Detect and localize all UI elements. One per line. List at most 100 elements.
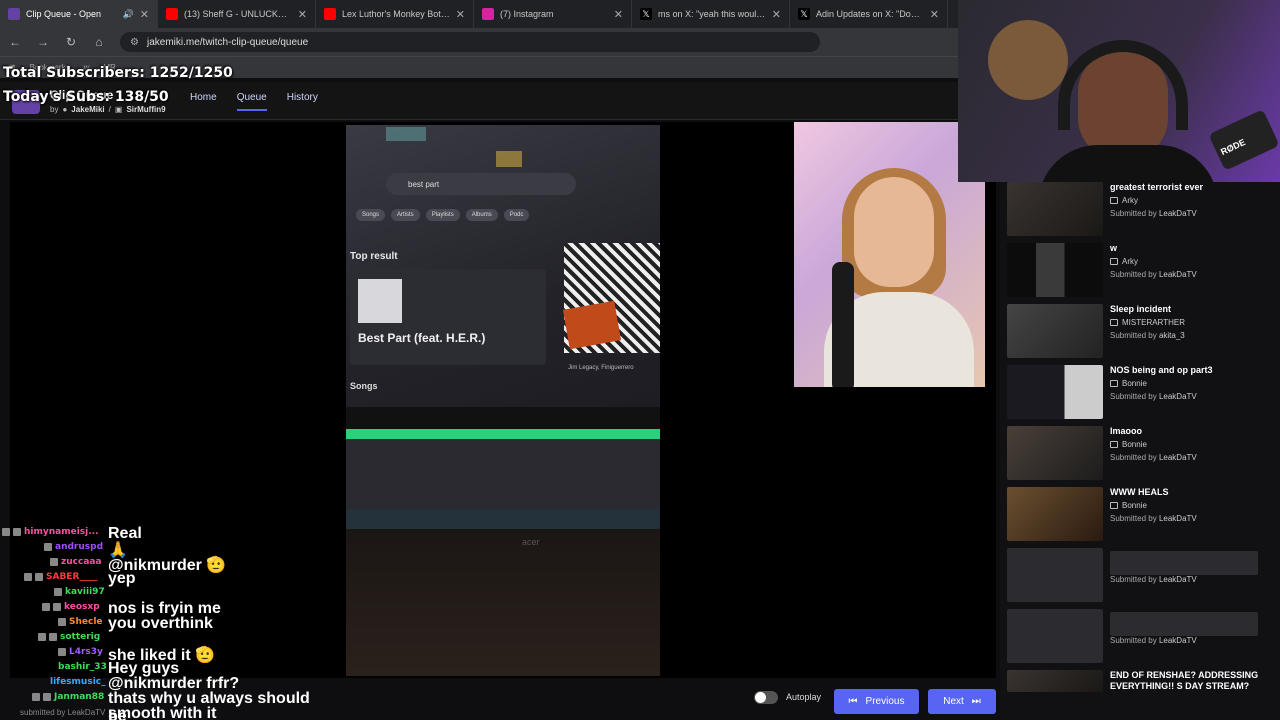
video-chip: Songs <box>356 209 386 221</box>
clip-thumbnail[interactable] <box>1007 365 1103 419</box>
badge-icon <box>58 647 66 656</box>
clip-submitter: Submitted by LeakDaTV <box>1110 392 1197 401</box>
video-taskbar <box>346 509 660 529</box>
close-tab-icon[interactable]: ✕ <box>930 8 939 21</box>
tab-instagram[interactable]: (7) Instagram ✕ <box>474 0 632 28</box>
site-info-icon[interactable]: ⚙ <box>130 37 139 48</box>
clip-thumbnail[interactable] <box>1007 304 1103 358</box>
clip-submitter: Submitted by LeakDaTV <box>1110 209 1197 218</box>
clip-title: w <box>1110 243 1118 253</box>
clip-thumbnail[interactable] <box>1007 426 1103 480</box>
queue-item[interactable]: Submitted by LeakDaTV <box>1007 609 1273 665</box>
queue-item[interactable]: greatest terrorist ever Arky Submitted b… <box>1007 182 1273 238</box>
total-subscribers-counter: Total Subscribers: 1252/1250 <box>3 65 233 81</box>
tab-clip-queue[interactable]: Clip Queue - Open 🔊 ✕ <box>0 0 158 28</box>
chat-username: andruspd <box>55 541 104 552</box>
clip-thumbnail-placeholder[interactable] <box>1007 609 1103 663</box>
author-link[interactable]: JakeMiki <box>71 105 104 114</box>
home-icon[interactable]: ⌂ <box>92 35 106 49</box>
badge-icon <box>35 572 43 581</box>
autoplay-toggle[interactable] <box>754 691 778 704</box>
previous-button[interactable]: ⏮ Previous <box>834 689 919 714</box>
submitted-label: Submitted by <box>1110 209 1157 218</box>
nav-history[interactable]: History <box>287 92 318 111</box>
tab-x-adin[interactable]: 𝕏 Adin Updates on X: "Doechii se ✕ <box>790 0 948 28</box>
chat-line: keosxp <box>42 599 100 614</box>
clip-channel: MISTERARTHER <box>1110 318 1185 327</box>
video-song-title: Best Part (feat. H.E.R.) <box>358 331 486 345</box>
badge-icon <box>44 542 52 551</box>
speaker-icon[interactable]: 🔊 <box>123 9 134 20</box>
queue-item[interactable]: Submitted by LeakDaTV <box>1007 548 1273 604</box>
instagram-favicon-icon <box>482 8 494 20</box>
next-button[interactable]: Next ⏭ <box>928 689 996 714</box>
album-cover-image <box>358 279 402 323</box>
back-icon[interactable]: ← <box>8 35 22 49</box>
tab-youtube-sheff[interactable]: (13) Sheff G - UNLUCKY LUCKY ✕ <box>158 0 316 28</box>
chat-username: SABER____ <box>46 571 98 582</box>
clip-channel: Bonnie <box>1110 440 1147 449</box>
chat-username: Janman88 <box>54 691 105 702</box>
clip-thumbnail[interactable] <box>1007 487 1103 541</box>
tab-x-ms[interactable]: 𝕏 ms on X: "yeah this would be m ✕ <box>632 0 790 28</box>
queue-item[interactable]: lmaooo Bonnie Submitted by LeakDaTV <box>1007 426 1273 482</box>
close-tab-icon[interactable]: ✕ <box>140 8 149 21</box>
queue-item[interactable]: w Arky Submitted by LeakDaTV <box>1007 243 1273 299</box>
badge-icon <box>38 632 46 641</box>
headphones-icon <box>1058 40 1188 130</box>
clip-video[interactable]: best part Songs Artists Playlists Albums… <box>346 125 660 676</box>
tab-title: (7) Instagram <box>500 9 554 19</box>
clip-channel: Arky <box>1110 196 1138 205</box>
close-tab-icon[interactable]: ✕ <box>772 8 781 21</box>
clip-submitter: Submitted by LeakDaTV <box>1110 575 1197 584</box>
close-tab-icon[interactable]: ✕ <box>298 8 307 21</box>
clip-thumbnail[interactable] <box>1007 670 1103 692</box>
chat-username: keosxp <box>64 601 100 612</box>
clip-channel: Arky <box>1110 257 1138 266</box>
next-label: Next <box>943 696 964 707</box>
queue-item[interactable]: NOS being and op part3 Bonnie Submitted … <box>1007 365 1273 421</box>
tab-title: (13) Sheff G - UNLUCKY LUCKY <box>184 9 292 19</box>
tab-youtube-lex[interactable]: Lex Luthor's Monkey Bots | SUP ✕ <box>316 0 474 28</box>
video-search-text: best part <box>408 179 440 189</box>
streamer-webcam: RØDE <box>958 0 1280 182</box>
channel-name: Arky <box>1122 196 1138 205</box>
nav-home[interactable]: Home <box>190 92 217 111</box>
clip-thumbnail[interactable] <box>1007 243 1103 297</box>
clip-submitter: Submitted by LeakDaTV <box>1110 636 1197 645</box>
submitter-name: LeakDaTV <box>1158 575 1197 584</box>
clip-title: Sleep incident <box>1110 304 1172 314</box>
queue-item[interactable]: WWW HEALS Bonnie Submitted by LeakDaTV <box>1007 487 1273 543</box>
youtube-favicon-icon <box>324 8 336 20</box>
chat-username: kaviii97 <box>65 586 105 597</box>
submitted-label: Submitted by <box>1110 392 1157 401</box>
clip-title: greatest terrorist ever <box>1110 182 1204 192</box>
url-text: jakemiki.me/twitch-clip-queue/queue <box>146 36 309 48</box>
close-tab-icon[interactable]: ✕ <box>456 8 465 21</box>
clip-title: WWW HEALS <box>1110 487 1169 497</box>
author-link[interactable]: SirMuffin9 <box>126 105 165 114</box>
channel-icon <box>1110 319 1118 326</box>
chat-message: yep <box>108 570 136 587</box>
badge-icon <box>49 632 57 641</box>
reload-icon[interactable]: ↻ <box>64 35 78 49</box>
chat-line: Janman88 <box>32 689 104 704</box>
autoplay-label: Autoplay <box>786 692 822 702</box>
channel-icon <box>1110 258 1118 265</box>
chat-username: sotterig <box>60 631 101 642</box>
clip-thumbnail[interactable] <box>1007 182 1103 236</box>
chat-line: sotterig <box>38 629 100 644</box>
badge-icon <box>42 602 50 611</box>
clip-thumbnail-placeholder[interactable] <box>1007 548 1103 602</box>
queue-item[interactable]: END OF RENSHAE? ADDRESSING EVERYTHING!! … <box>1007 670 1273 720</box>
forward-icon[interactable]: → <box>36 35 50 49</box>
nav-queue[interactable]: Queue <box>236 92 267 111</box>
channel-icon <box>1110 197 1118 204</box>
queue-item[interactable]: Sleep incident MISTERARTHER Submitted by… <box>1007 304 1273 360</box>
clip-channel: Bonnie <box>1110 501 1147 510</box>
chat-line: SABER____ <box>24 569 97 584</box>
submitted-label: Submitted by <box>1110 453 1157 462</box>
badge-icon <box>13 527 21 536</box>
url-field[interactable]: ⚙ jakemiki.me/twitch-clip-queue/queue <box>120 32 820 52</box>
close-tab-icon[interactable]: ✕ <box>614 8 623 21</box>
